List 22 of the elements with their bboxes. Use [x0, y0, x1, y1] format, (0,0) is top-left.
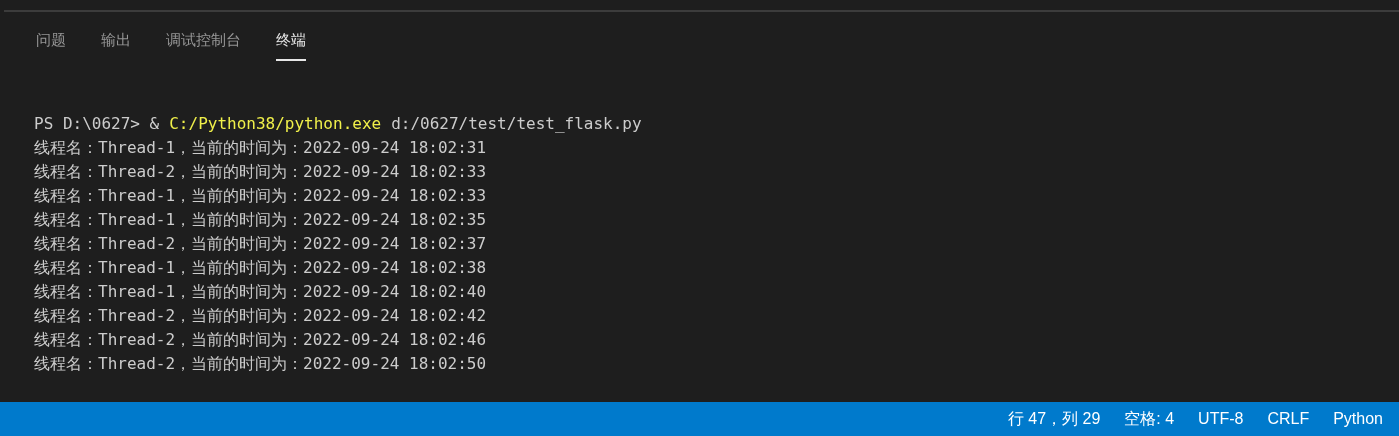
- status-item[interactable]: 行 47，列 29: [1007, 407, 1101, 431]
- status-item[interactable]: CRLF: [1267, 407, 1310, 431]
- output-line: 线程名：Thread-2，当前的时间为：2022-09-24 18:02:37: [34, 233, 487, 255]
- output-line: 线程名：Thread-1，当前的时间为：2022-09-24 18:02:35: [34, 209, 487, 231]
- output-line: 线程名：Thread-2，当前的时间为：2022-09-24 18:02:46: [34, 329, 487, 351]
- output-line: 线程名：Thread-1，当前的时间为：2022-09-24 18:02:40: [34, 281, 487, 303]
- panel-tab[interactable]: 输出: [101, 29, 131, 61]
- panel-tab[interactable]: 终端: [276, 29, 306, 61]
- output-line: 线程名：Thread-1，当前的时间为：2022-09-24 18:02:31: [34, 137, 487, 159]
- status-item[interactable]: Python: [1333, 407, 1383, 431]
- panel-tab[interactable]: 问题: [36, 29, 66, 61]
- command-executable: C:/Python38/python.exe: [169, 113, 382, 135]
- command-argument: d:/0627/test/test_flask.py: [391, 113, 642, 135]
- output-line: 线程名：Thread-2，当前的时间为：2022-09-24 18:02:33: [34, 161, 487, 183]
- output-line: 线程名：Thread-2，当前的时间为：2022-09-24 18:02:42: [34, 305, 487, 327]
- status-item[interactable]: 空格: 4: [1124, 407, 1175, 431]
- command-prompt: PS D:\0627> &: [34, 113, 160, 135]
- output-line: 线程名：Thread-1，当前的时间为：2022-09-24 18:02:38: [34, 257, 487, 279]
- output-line: 线程名：Thread-2，当前的时间为：2022-09-24 18:02:50: [34, 353, 487, 375]
- status-item[interactable]: UTF-8: [1198, 407, 1244, 431]
- panel-tab[interactable]: 调试控制台: [166, 29, 241, 61]
- output-line: 线程名：Thread-1，当前的时间为：2022-09-24 18:02:33: [34, 185, 487, 207]
